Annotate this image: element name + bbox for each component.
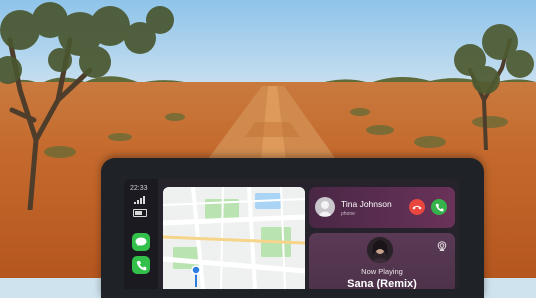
song-title: Sana (Remix) — [347, 278, 417, 289]
album-art — [367, 237, 393, 263]
person-icon — [318, 201, 332, 216]
location-pin-icon — [191, 265, 201, 287]
map-view[interactable] — [163, 187, 305, 289]
dock: 22:33 — [124, 179, 158, 289]
accept-call-button[interactable] — [431, 199, 447, 215]
carplay-screen: 22:33 Tina Johnson phone Now Playing San… — [124, 179, 459, 289]
phone-app-icon[interactable] — [132, 256, 150, 274]
battery-icon — [133, 209, 147, 217]
now-playing-card[interactable]: Now Playing Sana (Remix) — [309, 233, 455, 289]
signal-bars-icon — [134, 196, 145, 204]
caller-name: Tina Johnson — [341, 199, 392, 209]
accept-call-icon — [435, 203, 443, 211]
maps-panel[interactable] — [163, 187, 305, 289]
album-art-image — [367, 237, 393, 263]
messages-app-icon[interactable] — [132, 233, 150, 251]
eucalyptus-tree-right — [454, 24, 534, 150]
decline-call-button[interactable] — [409, 199, 425, 215]
caller-detail: phone — [341, 211, 355, 217]
airplay-icon[interactable] — [437, 241, 447, 251]
incoming-call-card[interactable]: Tina Johnson phone — [309, 187, 455, 228]
caller-avatar — [315, 197, 335, 217]
status-time: 22:33 — [130, 185, 148, 192]
decline-call-icon — [412, 205, 422, 210]
now-playing-label: Now Playing — [361, 267, 403, 276]
